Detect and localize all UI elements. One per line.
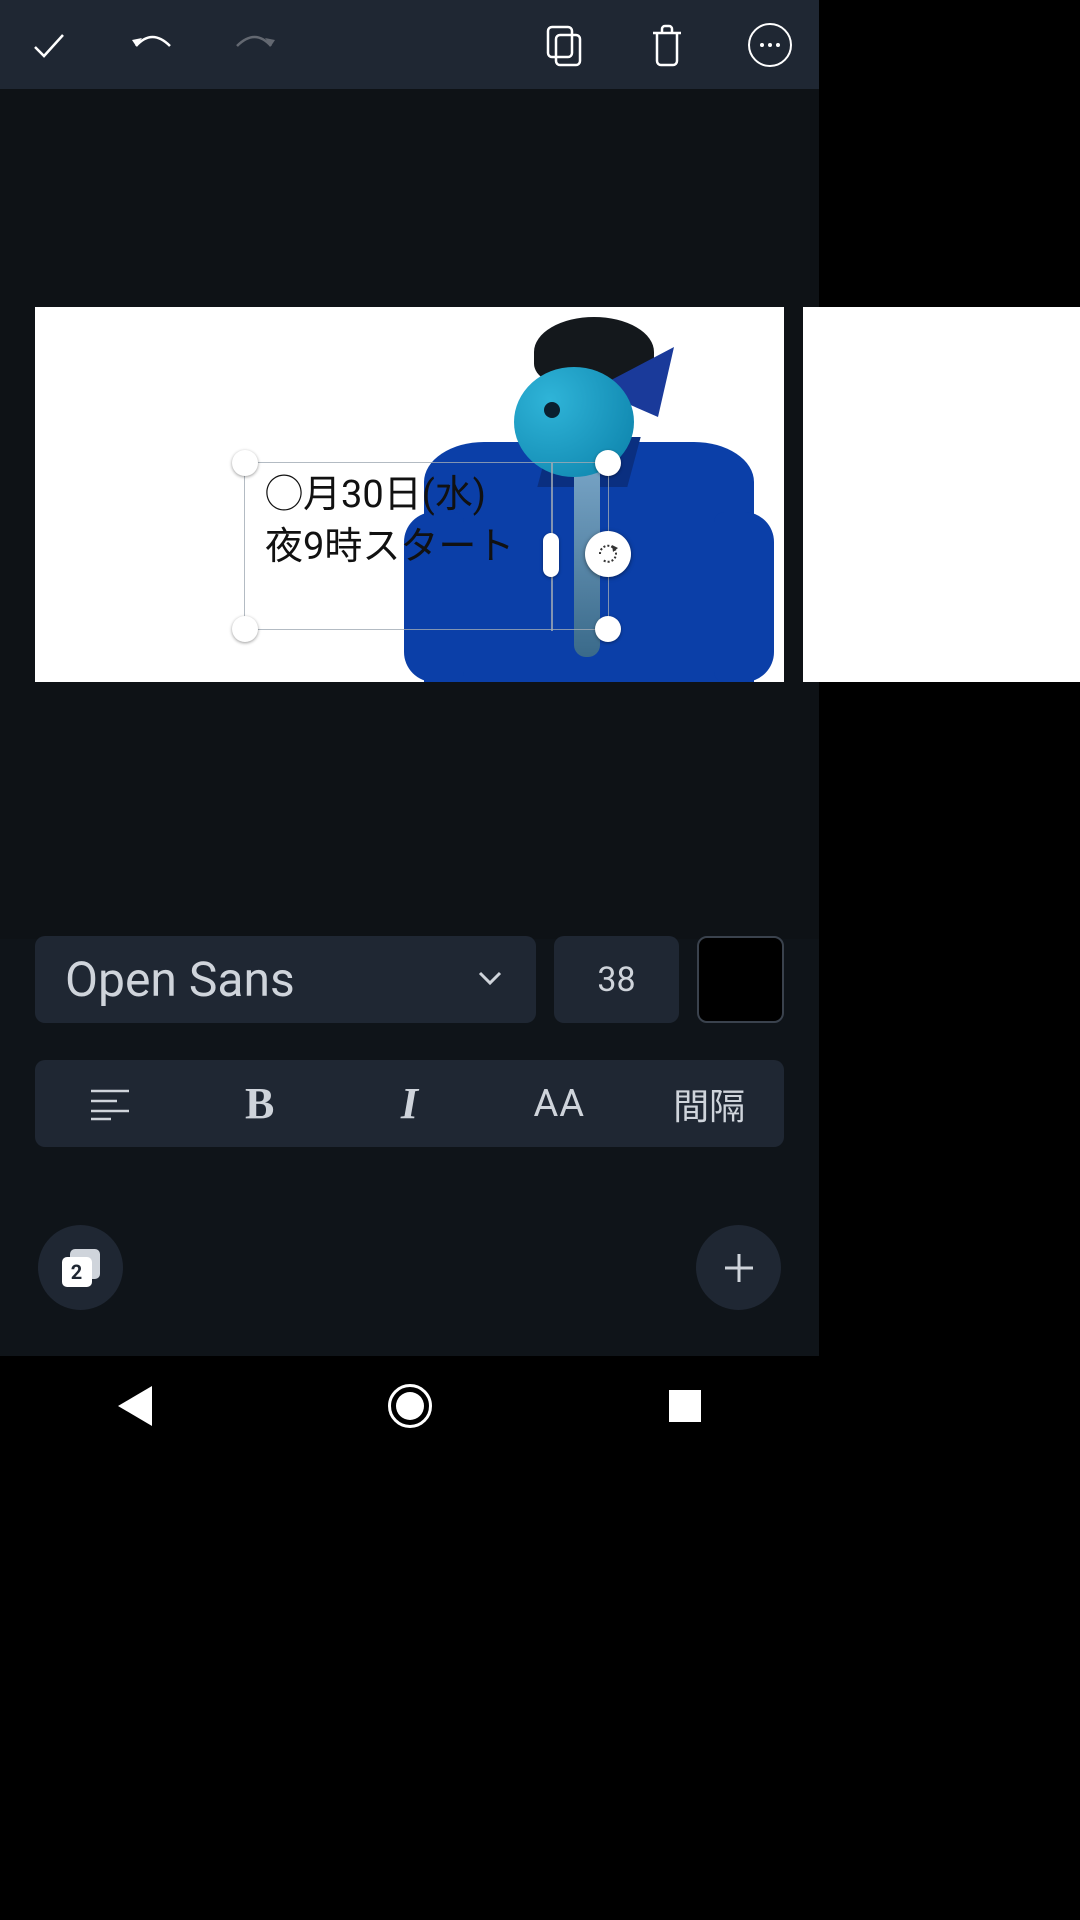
bold-label: B [245,1078,274,1129]
align-button[interactable] [35,1060,185,1147]
spacing-label: 間隔 [673,1078,745,1130]
width-handle[interactable] [543,533,559,577]
nav-home-button[interactable] [388,1384,432,1428]
nav-back-button[interactable] [118,1386,152,1426]
redo-button[interactable] [231,21,279,69]
top-toolbar [0,0,819,89]
page-count: 2 [71,1260,82,1284]
italic-button[interactable]: I [335,1060,485,1147]
pages-icon: 2 [62,1249,100,1287]
text-content[interactable]: ◯月30日(水) 夜9時スタート [265,469,514,573]
case-label: AA [534,1082,586,1126]
undo-button[interactable] [128,21,176,69]
text-color-swatch[interactable] [697,936,784,1023]
add-button[interactable] [696,1225,781,1310]
delete-button[interactable] [643,21,691,69]
bold-button[interactable]: B [185,1060,335,1147]
android-navbar [0,1356,819,1456]
italic-label: I [401,1078,418,1129]
resize-handle-bottom-left[interactable] [232,616,258,642]
more-button[interactable] [746,21,794,69]
canvas-area[interactable]: ◯月30日(水) 夜9時スタート [0,89,819,939]
confirm-button[interactable] [25,21,73,69]
plus-icon [721,1250,757,1286]
resize-handle-top-right[interactable] [595,450,621,476]
text-selection-box[interactable]: ◯月30日(水) 夜9時スタート [244,462,609,630]
text-style-row: B I AA 間隔 [35,1060,784,1147]
font-size-value: 38 [597,960,635,1000]
nav-recent-button[interactable] [669,1390,701,1422]
resize-handle-bottom-right[interactable] [595,616,621,642]
font-name-label: Open Sans [65,951,295,1008]
design-canvas[interactable]: ◯月30日(水) 夜9時スタート [35,307,784,682]
spacing-button[interactable]: 間隔 [634,1060,784,1147]
case-button[interactable]: AA [484,1060,634,1147]
resize-handle-top-left[interactable] [232,450,258,476]
more-icon [748,23,792,67]
font-select[interactable]: Open Sans [35,936,536,1023]
font-size-field[interactable]: 38 [554,936,679,1023]
pages-button[interactable]: 2 [38,1225,123,1310]
chevron-down-icon [474,962,506,998]
next-canvas-peek[interactable] [803,307,1080,682]
rotate-handle[interactable] [585,531,631,577]
duplicate-button[interactable] [540,21,588,69]
